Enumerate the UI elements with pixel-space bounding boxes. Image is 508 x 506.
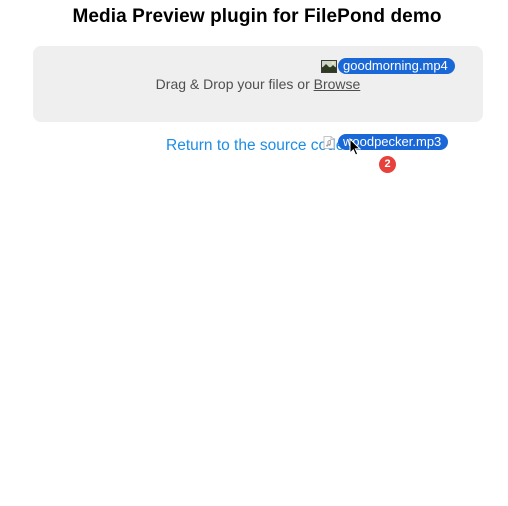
audio-file-icon — [323, 135, 335, 149]
dragged-file-mp4: goodmorning.mp4 — [321, 58, 455, 74]
return-to-source-link[interactable]: Return to the source code — [166, 137, 344, 155]
dragged-file-name: goodmorning.mp4 — [338, 58, 455, 74]
drag-count-badge: 2 — [379, 156, 396, 173]
video-thumbnail-icon — [321, 59, 337, 73]
dragged-file-mp3: woodpecker.mp3 — [321, 134, 449, 150]
dropzone-label-text: Drag & Drop your files or — [155, 76, 314, 92]
page-title: Media Preview plugin for FilePond demo — [72, 6, 442, 27]
mouse-pointer-icon — [349, 138, 361, 156]
page: Media Preview plugin for FilePond demo D… — [0, 0, 508, 506]
browse-link[interactable]: Browse — [314, 76, 361, 92]
dropzone-label: Drag & Drop your files or Browse — [33, 76, 483, 92]
